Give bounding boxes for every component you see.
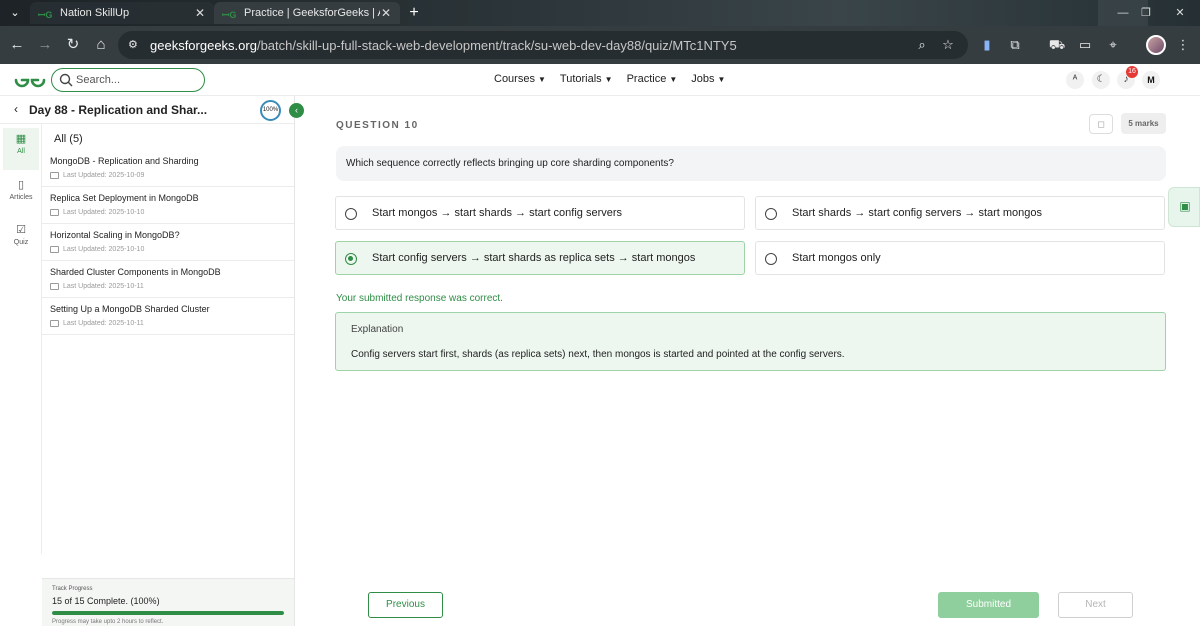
result-message: Your submitted response was correct.: [336, 293, 503, 304]
nav-tutorials[interactable]: Tutorials ▼: [560, 73, 613, 85]
tab-search-chevron-icon[interactable]: ⌄: [6, 4, 24, 22]
zoom-icon[interactable]: ⌕: [914, 37, 930, 53]
browser-toolbar: ← → ↻ ⌂ ⚙ geeksforgeeks.org/batch/skill-…: [0, 26, 1200, 64]
next-button[interactable]: Next: [1058, 592, 1133, 618]
track-progress: Track Progress 15 of 15 Complete. (100%)…: [42, 578, 294, 626]
book-icon: ▯: [17, 179, 25, 191]
completion-ring: 100%: [260, 100, 281, 121]
bookmark-question-icon[interactable]: ◻: [1089, 114, 1113, 134]
list-item[interactable]: Sharded Cluster Components in MongoDB La…: [42, 261, 294, 298]
course-sidebar: ‹ Day 88 - Replication and Shar... 100% …: [0, 96, 304, 626]
url-text: geeksforgeeks.org/batch/skill-up-full-st…: [150, 38, 737, 53]
collapse-sidebar-button[interactable]: ‹: [289, 103, 304, 118]
close-tab-icon[interactable]: ✕: [380, 6, 392, 20]
quiz-icon: ☑: [16, 224, 26, 236]
progress-bar-fill: [52, 611, 284, 615]
search-icon: [59, 73, 73, 87]
user-avatar[interactable]: M: [1142, 71, 1160, 89]
content-type-rail: ▦ All ▯ Articles ☑ Quiz: [0, 124, 42, 554]
chevron-down-icon: ▼: [669, 74, 678, 84]
browser-menu-icon[interactable]: ⋮: [1174, 36, 1192, 54]
day-title: Day 88 - Replication and Shar...: [29, 103, 208, 117]
browser-tab-practice[interactable]: ꟷG Practice | GeeksforGeeks | A co... ✕: [214, 2, 400, 24]
progress-note: Progress may take upto 2 hours to reflec…: [52, 619, 164, 625]
translate-icon[interactable]: ᴬ: [1066, 71, 1084, 89]
grid-icon: ▦: [15, 133, 27, 145]
option-1[interactable]: Start mongos → start shards → start conf…: [335, 196, 745, 230]
tab-title: Practice | GeeksforGeeks | A co...: [244, 7, 380, 19]
list-item[interactable]: Horizontal Scaling in MongoDB? Last Upda…: [42, 224, 294, 261]
rail-item-quiz[interactable]: ☑ Quiz: [3, 219, 39, 261]
track-progress-count: 15 of 15 Complete. (100%): [52, 596, 160, 606]
previous-button[interactable]: Previous: [368, 592, 443, 618]
nav-courses[interactable]: Courses ▼: [494, 73, 546, 85]
chevron-down-icon: ▼: [717, 74, 726, 84]
gfg-logo-icon[interactable]: [14, 70, 46, 90]
list-item[interactable]: MongoDB - Replication and Sharding Last …: [42, 150, 294, 187]
browser-tab-nation-skillup[interactable]: ꟷG Nation SkillUp ✕: [30, 2, 214, 24]
radio-button-selected[interactable]: [345, 253, 357, 265]
question-number: QUESTION 10: [336, 120, 419, 131]
chevron-down-icon: ▼: [604, 74, 613, 84]
location-pin-icon[interactable]: ⌖: [1104, 36, 1122, 54]
list-heading: All (5): [54, 133, 83, 145]
close-window-icon[interactable]: ✕: [1160, 0, 1200, 26]
option-3-correct[interactable]: Start config servers → start shards as r…: [335, 241, 745, 275]
browser-tab-strip: ⌄ ꟷG Nation SkillUp ✕ ꟷG Practice | Geek…: [0, 0, 1200, 26]
gfg-favicon-icon: ꟷG: [222, 10, 237, 20]
extension-doc-icon[interactable]: ▮: [978, 36, 996, 54]
extension-puzzle-icon[interactable]: ⧉: [1006, 36, 1024, 54]
chat-side-tab[interactable]: ▣: [1168, 187, 1200, 227]
site-info-icon[interactable]: ⚙: [128, 37, 144, 53]
dark-mode-moon-icon[interactable]: ☾: [1092, 71, 1110, 89]
book-icon: [50, 172, 59, 179]
address-bar[interactable]: ⚙ geeksforgeeks.org/batch/skill-up-full-…: [118, 31, 968, 59]
payment-card-icon[interactable]: ▭: [1076, 36, 1094, 54]
new-tab-plus-icon[interactable]: +: [404, 4, 424, 22]
back-arrow-icon[interactable]: ←: [8, 36, 26, 54]
option-2[interactable]: Start shards → start config servers → st…: [755, 196, 1165, 230]
list-item[interactable]: Replica Set Deployment in MongoDB Last U…: [42, 187, 294, 224]
site-header: Search... Courses ▼ Tutorials ▼ Practice ▼ …: [0, 64, 1200, 96]
top-nav: Courses ▼ Tutorials ▼ Practice ▼ Jobs ▼: [494, 73, 725, 85]
marks-badge: 5 marks: [1121, 113, 1166, 134]
search-placeholder: Search...: [76, 74, 121, 86]
chevron-down-icon: ▼: [537, 74, 546, 84]
book-icon: [50, 246, 59, 253]
home-icon[interactable]: ⌂: [92, 36, 110, 54]
rail-item-articles[interactable]: ▯ Articles: [3, 174, 39, 216]
back-chevron-icon[interactable]: ‹: [14, 102, 18, 116]
submitted-button[interactable]: Submitted: [938, 592, 1039, 618]
gfg-favicon-icon: ꟷG: [38, 10, 53, 20]
nav-jobs[interactable]: Jobs ▼: [691, 73, 725, 85]
chat-bubble-icon: ▣: [1179, 199, 1191, 213]
book-icon: [50, 209, 59, 216]
explanation-box: Explanation Config servers start first, …: [335, 312, 1166, 371]
track-progress-label: Track Progress: [52, 586, 93, 592]
option-4[interactable]: Start mongos only: [755, 241, 1165, 275]
reload-icon[interactable]: ↻: [64, 36, 82, 54]
question-text: Which sequence correctly reflects bringi…: [336, 146, 1166, 181]
rail-item-all[interactable]: ▦ All: [3, 128, 39, 170]
forward-arrow-icon[interactable]: →: [36, 36, 54, 54]
bookmark-star-icon[interactable]: ☆: [940, 37, 956, 53]
extension-car-icon[interactable]: ⛟: [1048, 36, 1066, 54]
tab-title: Nation SkillUp: [60, 7, 130, 19]
close-tab-icon[interactable]: ✕: [194, 6, 206, 20]
explanation-text: Config servers start first, shards (as r…: [351, 349, 845, 360]
list-item[interactable]: Setting Up a MongoDB Sharded Cluster Las…: [42, 298, 294, 335]
nav-practice[interactable]: Practice ▼: [627, 73, 678, 85]
profile-avatar[interactable]: [1146, 35, 1166, 55]
radio-button[interactable]: [345, 208, 357, 220]
book-icon: [50, 283, 59, 290]
radio-button[interactable]: [765, 253, 777, 265]
notification-badge: 16: [1126, 66, 1138, 78]
search-input[interactable]: Search...: [51, 68, 205, 92]
radio-button[interactable]: [765, 208, 777, 220]
explanation-heading: Explanation: [351, 324, 404, 335]
sidebar-header: ‹ Day 88 - Replication and Shar... 100%: [0, 96, 294, 124]
progress-bar: [52, 611, 284, 615]
book-icon: [50, 320, 59, 327]
